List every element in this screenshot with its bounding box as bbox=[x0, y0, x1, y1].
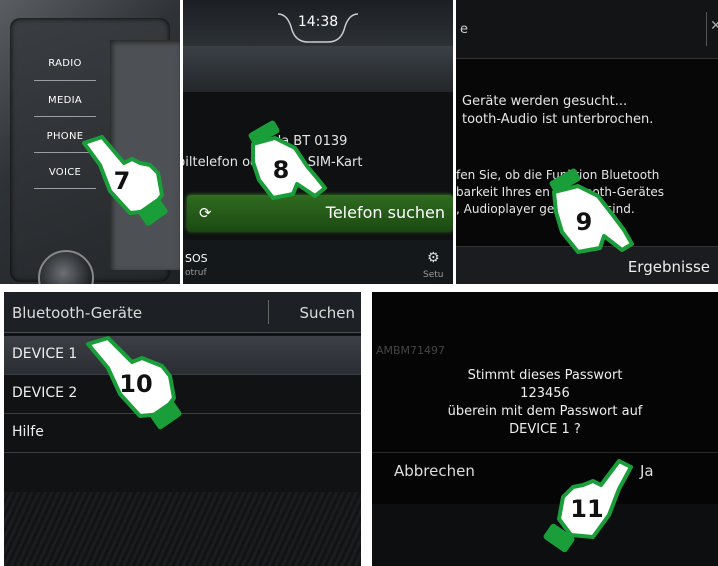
password-value: 123456 bbox=[520, 386, 570, 401]
list-item-label: Hilfe bbox=[12, 424, 44, 440]
header-band bbox=[183, 46, 453, 92]
refresh-icon: ⟳ bbox=[199, 204, 212, 222]
clock: 14:38 bbox=[297, 14, 339, 30]
pointing-hand-icon: 8 bbox=[248, 120, 327, 200]
status-line: tooth-Audio ist unterbrochen. bbox=[462, 112, 654, 127]
divider bbox=[34, 80, 96, 81]
notruf-label: otruf bbox=[185, 268, 207, 278]
gear-icon[interactable]: ⚙ bbox=[427, 250, 440, 266]
pointing-hand-icon: 7 bbox=[82, 135, 168, 226]
sos-button[interactable]: SOS bbox=[185, 252, 208, 265]
divider bbox=[372, 452, 718, 453]
pointing-hand-icon: 9 bbox=[549, 168, 634, 254]
step-number: 8 bbox=[273, 156, 290, 184]
radio-button[interactable]: RADIO bbox=[34, 58, 96, 69]
cancel-button[interactable]: Abbrechen bbox=[394, 462, 475, 480]
bottom-bar bbox=[183, 240, 453, 284]
close-icon[interactable]: ✕ bbox=[710, 18, 718, 34]
pointing-hand-icon: 11 bbox=[543, 459, 633, 553]
device-name: DEVICE 1 ? bbox=[509, 422, 581, 437]
step-number: 11 bbox=[570, 495, 603, 523]
divider bbox=[706, 12, 707, 46]
status-line: Geräte werden gesucht... bbox=[462, 94, 628, 109]
divider bbox=[34, 116, 96, 117]
setup-label: Setu bbox=[423, 270, 444, 280]
step-number: 7 bbox=[114, 167, 131, 195]
search-button[interactable]: Suchen bbox=[299, 304, 355, 322]
message-line: überein mit dem Passwort auf bbox=[447, 404, 643, 419]
divider bbox=[268, 300, 269, 324]
page-title: Bluetooth-Geräte bbox=[12, 304, 143, 322]
footer-pattern bbox=[4, 492, 361, 566]
pointing-hand-icon: 10 bbox=[86, 336, 182, 430]
background-text: AMBM71497 bbox=[376, 344, 446, 357]
title-bar bbox=[456, 0, 718, 59]
list-item-label: DEVICE 2 bbox=[12, 385, 78, 401]
title-fragment: e bbox=[460, 22, 468, 37]
message-line: Stimmt dieses Passwort bbox=[467, 368, 623, 383]
list-item-label: DEVICE 1 bbox=[12, 346, 78, 362]
media-button[interactable]: MEDIA bbox=[34, 95, 96, 106]
step-number: 9 bbox=[576, 208, 593, 236]
step-number: 10 bbox=[119, 370, 152, 398]
